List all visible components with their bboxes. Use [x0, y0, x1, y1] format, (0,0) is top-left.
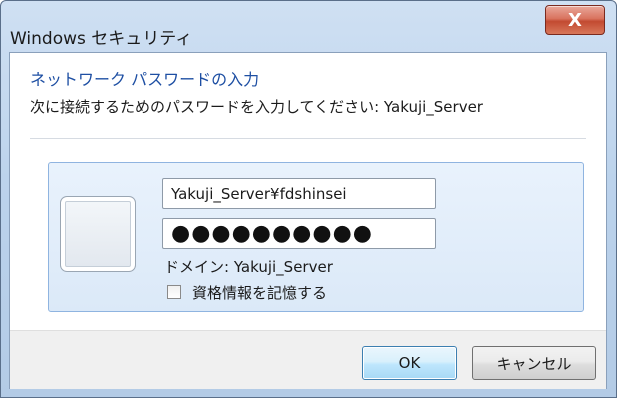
- cancel-button[interactable]: キャンセル: [472, 346, 596, 380]
- dialog-heading: ネットワーク パスワードの入力: [30, 70, 260, 89]
- close-icon: X: [568, 9, 582, 31]
- remember-checkbox[interactable]: [167, 285, 181, 299]
- remember-label: 資格情報を記憶する: [192, 283, 328, 302]
- password-field[interactable]: [162, 218, 436, 249]
- domain-label: ドメイン: Yakuji_Server: [164, 258, 333, 276]
- user-tile-icon: [60, 196, 136, 272]
- dialog-instruction: 次に接続するためのパスワードを入力してください: Yakuji_Server: [30, 98, 483, 116]
- username-field[interactable]: [162, 178, 436, 209]
- window-title: Windows セキュリティ: [10, 29, 193, 49]
- close-button[interactable]: X: [545, 5, 605, 35]
- remember-credentials[interactable]: 資格情報を記憶する: [164, 282, 327, 302]
- divider: [30, 138, 586, 139]
- ok-button[interactable]: OK: [362, 346, 457, 380]
